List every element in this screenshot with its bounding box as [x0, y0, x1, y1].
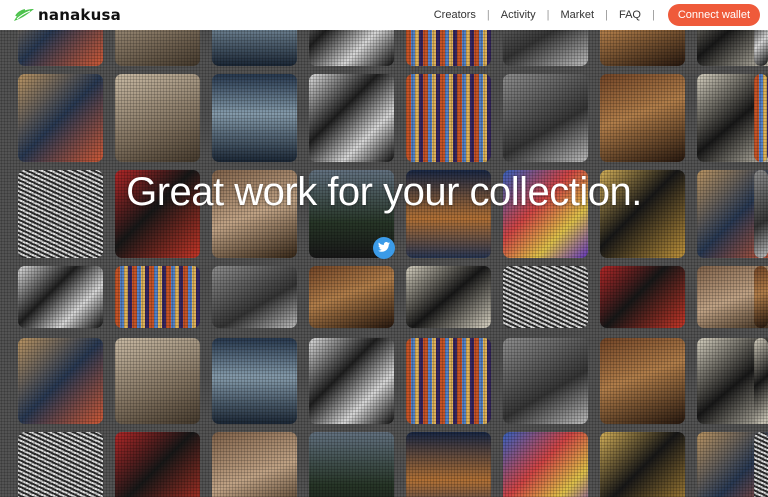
- artwork-tile: [600, 432, 685, 497]
- artwork-tile: [212, 338, 297, 424]
- nav-separator: |: [546, 9, 550, 21]
- brand-name: nanakusa: [38, 6, 121, 24]
- nav-creators[interactable]: Creators: [434, 9, 476, 21]
- artwork-tile: [212, 432, 297, 497]
- artwork-tile: [212, 266, 297, 328]
- artwork-tile: [115, 74, 200, 162]
- artwork-tile: [754, 266, 768, 328]
- artwork-tile: [309, 74, 394, 162]
- artwork-tile: [503, 74, 588, 162]
- nav-separator: |: [651, 9, 655, 21]
- artwork-tile: [406, 432, 491, 497]
- artwork-tile: [212, 74, 297, 162]
- nav-market[interactable]: Market: [560, 9, 594, 21]
- artwork-tile: [115, 432, 200, 497]
- twitter-button[interactable]: [373, 237, 395, 259]
- brand-logo[interactable]: nanakusa: [13, 6, 121, 24]
- twitter-icon: [378, 239, 390, 257]
- top-navbar: nanakusa Creators | Activity | Market | …: [0, 0, 768, 30]
- artwork-tile: [18, 338, 103, 424]
- artwork-tile: [754, 74, 768, 162]
- nav-separator: |: [486, 9, 490, 21]
- leaf-icon: [13, 8, 35, 22]
- artwork-tile: [503, 266, 588, 328]
- artwork-tile: [600, 266, 685, 328]
- artwork-tile: [115, 338, 200, 424]
- main-nav: Creators | Activity | Market | FAQ | Con…: [434, 0, 768, 30]
- artwork-tile: [503, 338, 588, 424]
- artwork-tile: [406, 338, 491, 424]
- artwork-tile: [18, 266, 103, 328]
- artwork-tile: [18, 74, 103, 162]
- hero-headline: Great work for your collection.: [126, 170, 642, 214]
- artwork-tile: [600, 338, 685, 424]
- nav-activity[interactable]: Activity: [501, 9, 536, 21]
- nav-faq[interactable]: FAQ: [619, 9, 641, 21]
- artwork-tile: [754, 432, 768, 497]
- artwork-tile: [309, 266, 394, 328]
- connect-wallet-button[interactable]: Connect wallet: [667, 4, 760, 26]
- artwork-tile: [406, 266, 491, 328]
- artwork-tile: [309, 338, 394, 424]
- artwork-tile: [406, 74, 491, 162]
- artwork-tile: [600, 74, 685, 162]
- artwork-tile: [503, 432, 588, 497]
- artwork-tile: [18, 432, 103, 497]
- artwork-tile: [115, 266, 200, 328]
- nav-separator: |: [605, 9, 608, 21]
- artwork-tile: [754, 338, 768, 424]
- artwork-tile: [309, 432, 394, 497]
